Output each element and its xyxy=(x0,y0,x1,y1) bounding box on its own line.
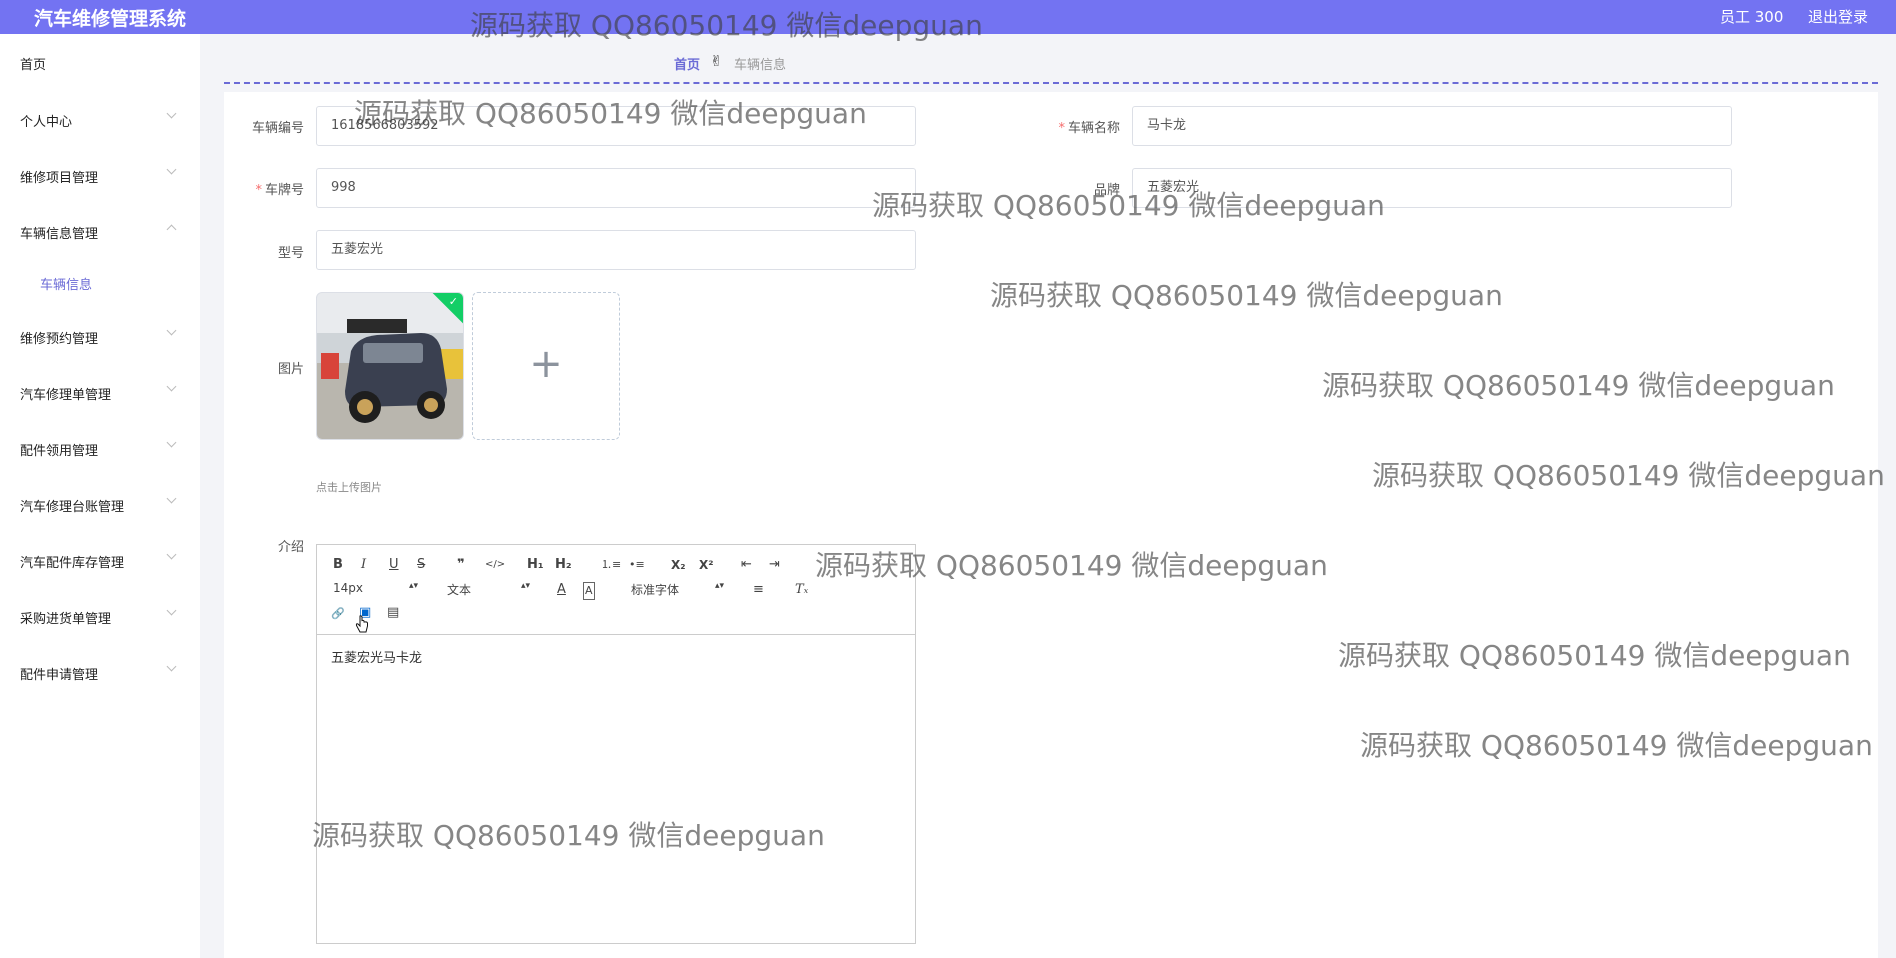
heading-select[interactable]: 文本 ▴▾ xyxy=(447,581,530,598)
indent-button[interactable]: ⇥ xyxy=(769,557,780,573)
text-color-button[interactable]: A xyxy=(557,582,566,598)
select-arrows-icon: ▴▾ xyxy=(409,581,419,591)
divider xyxy=(224,82,1878,84)
sidebar-item-repair-appointments[interactable]: 维修预约管理 xyxy=(20,328,98,347)
chevron-up-icon xyxy=(166,224,177,235)
underline-button[interactable]: U xyxy=(389,557,399,573)
check-icon: ✓ xyxy=(448,295,458,308)
brand-input[interactable]: 五菱宏光 xyxy=(1132,168,1732,208)
italic-button[interactable]: I xyxy=(361,557,366,573)
subscript-button[interactable]: X₂ xyxy=(671,557,686,573)
required-asterisk: * xyxy=(255,183,262,198)
align-button[interactable]: ≡ xyxy=(753,582,764,598)
hand-icon: ✌ xyxy=(710,52,723,70)
vehicle-no-input[interactable]: 1618566803592 xyxy=(316,106,916,146)
clean-format-button[interactable]: Tₓ xyxy=(795,582,808,598)
chevron-down-icon xyxy=(166,108,177,119)
rich-text-editor: B I U S ❞ </> H₁ H₂ ⒈≡ •≡ X₂ X² ⇤ ⇥ 14px… xyxy=(316,544,916,944)
chevron-down-icon xyxy=(166,164,177,175)
uploaded-image-thumbnail[interactable]: ✓ xyxy=(316,292,464,440)
editor-toolbar: B I U S ❞ </> H₁ H₂ ⒈≡ •≡ X₂ X² ⇤ ⇥ 14px… xyxy=(317,545,915,635)
upload-tip[interactable]: 点击上传图片 xyxy=(316,479,382,495)
model-label: 型号 xyxy=(277,246,304,261)
chevron-down-icon xyxy=(166,325,177,336)
link-button[interactable]: 🔗 xyxy=(331,606,345,622)
intro-label: 介绍 xyxy=(277,540,304,555)
chevron-down-icon xyxy=(166,493,177,504)
sidebar-item-home[interactable]: 首页 xyxy=(20,54,46,73)
vehicle-name-label: * 车辆名称 xyxy=(1058,121,1120,136)
plus-icon: + xyxy=(529,341,563,387)
bold-button[interactable]: B xyxy=(333,557,343,573)
outdent-button[interactable]: ⇤ xyxy=(741,557,752,573)
plate-no-label: * 车牌号 xyxy=(255,183,304,198)
breadcrumb-current: 车辆信息 xyxy=(734,58,787,73)
car-image xyxy=(317,293,463,439)
sidebar-item-purchase-orders[interactable]: 采购进货单管理 xyxy=(20,608,111,627)
image-upload-button[interactable]: + xyxy=(472,292,620,440)
blockquote-button[interactable]: ❞ xyxy=(457,557,465,573)
image-label: 图片 xyxy=(277,362,304,377)
model-input[interactable]: 五菱宏光 xyxy=(316,230,916,270)
sidebar-item-personal-center[interactable]: 个人中心 xyxy=(20,111,72,130)
sidebar: 首页 个人中心 维修项目管理 车辆信息管理 车辆信息 维修预约管理 汽车修理单管… xyxy=(0,34,200,958)
chevron-down-icon xyxy=(166,437,177,448)
chevron-down-icon xyxy=(166,661,177,672)
bullet-list-button[interactable]: •≡ xyxy=(629,557,645,573)
sidebar-item-vehicle-management[interactable]: 车辆信息管理 xyxy=(20,223,98,242)
top-bar: 汽车维修管理系统 员工 300 退出登录 xyxy=(0,0,1896,34)
breadcrumb-home[interactable]: 首页 xyxy=(674,54,700,73)
sidebar-item-parts-inventory[interactable]: 汽车配件库存管理 xyxy=(20,552,124,571)
h2-button[interactable]: H₂ xyxy=(555,557,572,573)
sidebar-item-repair-orders[interactable]: 汽车修理单管理 xyxy=(20,384,111,403)
font-family-select[interactable]: 标准字体 ▴▾ xyxy=(631,581,724,598)
sidebar-item-parts-issue[interactable]: 配件领用管理 xyxy=(20,440,98,459)
sidebar-item-parts-requests[interactable]: 配件申请管理 xyxy=(20,664,98,683)
ordered-list-button[interactable]: ⒈≡ xyxy=(601,557,621,573)
user-label: 员工 300 xyxy=(1720,8,1784,26)
logout-button[interactable]: 退出登录 xyxy=(1808,6,1868,27)
select-arrows-icon: ▴▾ xyxy=(521,581,531,591)
video-button[interactable]: ▤ xyxy=(387,605,399,621)
plate-no-input[interactable]: 998 xyxy=(316,168,916,208)
brand-label: 品牌 xyxy=(1093,183,1120,198)
superscript-button[interactable]: X² xyxy=(699,557,714,573)
app-title: 汽车维修管理系统 xyxy=(34,8,187,30)
select-arrows-icon: ▴▾ xyxy=(715,581,725,591)
editor-content[interactable]: 五菱宏光马卡龙 xyxy=(331,647,422,666)
vehicle-no-label: 车辆编号 xyxy=(251,121,304,136)
h1-button[interactable]: H₁ xyxy=(527,557,544,573)
chevron-down-icon xyxy=(166,549,177,560)
sidebar-item-repair-ledger[interactable]: 汽车修理台账管理 xyxy=(20,496,124,515)
required-asterisk: * xyxy=(1058,121,1065,136)
sidebar-subitem-vehicle-info[interactable]: 车辆信息 xyxy=(40,274,92,293)
sidebar-item-repair-items[interactable]: 维修项目管理 xyxy=(20,167,98,186)
vehicle-name-input[interactable]: 马卡龙 xyxy=(1132,106,1732,146)
strike-button[interactable]: S xyxy=(417,557,425,573)
chevron-down-icon xyxy=(166,605,177,616)
hand-pointer-cursor-icon xyxy=(355,615,368,633)
code-block-button[interactable]: </> xyxy=(485,557,505,573)
font-size-select[interactable]: 14px ▴▾ xyxy=(333,581,418,595)
chevron-down-icon xyxy=(166,381,177,392)
background-color-button[interactable]: A xyxy=(583,582,595,600)
